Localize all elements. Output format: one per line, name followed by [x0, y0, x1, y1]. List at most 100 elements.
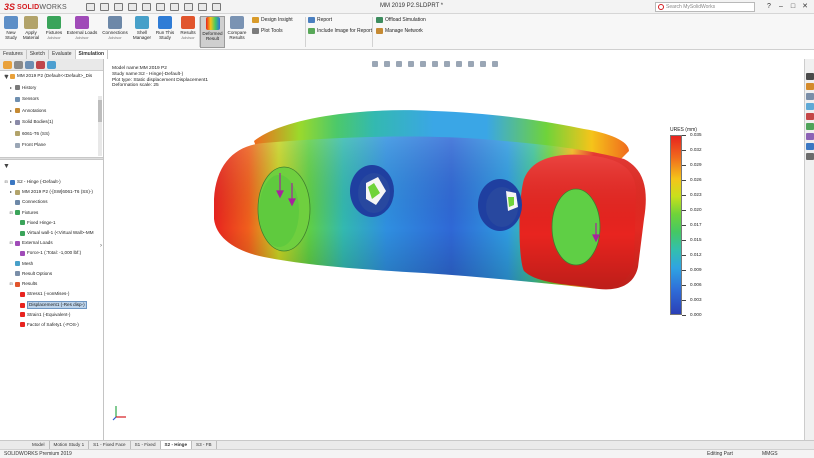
- design-insight-button[interactable]: Design Insight: [252, 17, 293, 23]
- tab-sketch[interactable]: Sketch: [27, 50, 50, 59]
- print-icon[interactable]: [142, 3, 151, 11]
- task-pane-extra-icon[interactable]: [806, 153, 814, 160]
- tree-expander-icon[interactable]: ▸: [9, 189, 13, 195]
- tab-evaluate[interactable]: Evaluate: [49, 50, 76, 59]
- save-icon[interactable]: [128, 3, 137, 11]
- study-tree-item[interactable]: ⊟ Results: [9, 281, 37, 287]
- feature-tree-label: Sensors: [22, 96, 39, 101]
- tree-expander-icon[interactable]: ⊟: [4, 73, 8, 79]
- study-tree-item[interactable]: Virtual wall-1 (<Virtual Wall>-MM: [14, 230, 94, 236]
- configuration-manager-icon[interactable]: [25, 61, 34, 69]
- study-tree-item[interactable]: Stress1 (-vonMises-): [14, 291, 69, 297]
- dimxpert-manager-icon[interactable]: [36, 61, 45, 69]
- results-advisor-button[interactable]: Results Advisor: [177, 16, 199, 40]
- solidworks-forum-icon[interactable]: [806, 133, 814, 140]
- property-manager-icon[interactable]: [14, 61, 23, 69]
- feature-tree-item[interactable]: ⊟ MM 2019 P2 (Default<<Default>_Dis: [4, 73, 92, 79]
- tree-expander-icon[interactable]: ⊟: [9, 281, 13, 287]
- status-units[interactable]: MMGS: [762, 451, 778, 457]
- appearances-icon[interactable]: [806, 113, 814, 120]
- file-properties-icon[interactable]: [198, 3, 207, 11]
- study-filter-icon[interactable]: ▼: [3, 163, 10, 170]
- fixtures-advisor-button[interactable]: Fixtures Advisor: [43, 16, 65, 40]
- study-tree-item[interactable]: Displacement1 (-Res disp-): [14, 301, 87, 310]
- graphics-area[interactable]: Model name:MM 2019 P2 Study name:S2 - Hi…: [104, 59, 804, 440]
- display-manager-icon[interactable]: [47, 61, 56, 69]
- panel-collapse-arrow-icon[interactable]: ›: [100, 243, 102, 249]
- feature-tree-scrollbar[interactable]: [98, 96, 102, 156]
- tree-expander-icon[interactable]: ▸: [9, 119, 13, 125]
- study-tree-item[interactable]: ⊟ S2 - Hinge (-Default-): [4, 179, 61, 185]
- select-icon[interactable]: [170, 3, 179, 11]
- manage-network-button[interactable]: Manage Network: [376, 28, 423, 34]
- feature-tree-item[interactable]: ▸ Annotations: [9, 108, 46, 114]
- color-legend[interactable]: URES (mm) 0.035 0.032 0.029 0.026 0.023 0.020…: [670, 127, 740, 357]
- solidworks-logo[interactable]: 3S SOLIDWORKS: [4, 2, 67, 12]
- tree-expander-icon[interactable]: ⊟: [9, 210, 13, 216]
- rebuild-icon[interactable]: [184, 3, 193, 11]
- study-tree-label: Stress1 (-vonMises-): [27, 291, 70, 297]
- tree-expander-icon[interactable]: ▸: [9, 85, 13, 91]
- study-tree-item[interactable]: ▸ MM 2019 P2 (-[SW]6061-T6 (SS)-): [9, 189, 93, 195]
- simulation-advisor-icon[interactable]: [806, 143, 814, 150]
- new-document-icon[interactable]: [100, 3, 109, 11]
- feature-manager-icon[interactable]: [3, 61, 12, 69]
- external-loads-advisor-button[interactable]: External Loads Advisor: [65, 16, 99, 40]
- plot-tools-button[interactable]: Plot Tools: [252, 28, 283, 34]
- new-study-button[interactable]: New Study: [3, 16, 19, 40]
- feature-tree-item[interactable]: Front Plane: [9, 142, 46, 148]
- study-tree-item[interactable]: Fixed Hinge-1: [14, 220, 56, 226]
- report-button[interactable]: Report: [308, 17, 332, 23]
- shell-manager-button[interactable]: Shell Manager: [131, 16, 153, 40]
- custom-properties-icon[interactable]: [806, 123, 814, 130]
- panel-splitter[interactable]: [0, 157, 103, 160]
- study-tree-item[interactable]: ⊟ Fixtures: [9, 210, 38, 216]
- file-explorer-icon[interactable]: [806, 93, 814, 100]
- deformed-result-button[interactable]: Deformed Result: [200, 16, 225, 48]
- compare-results-button[interactable]: Compare Results: [226, 16, 248, 40]
- study-tree-item[interactable]: Result Options: [9, 271, 52, 277]
- home-icon[interactable]: [86, 3, 95, 11]
- feature-tree-item[interactable]: 6061-T6 (SS): [9, 131, 50, 137]
- bottom-tab[interactable]: Motion Study 1: [50, 441, 90, 449]
- include-image-for-report-button[interactable]: Include Image for Report: [308, 28, 372, 34]
- run-this-study-button[interactable]: Run This Study: [154, 16, 176, 40]
- tree-expander-icon[interactable]: ⊟: [4, 179, 8, 185]
- apply-material-button[interactable]: Apply Material: [20, 16, 42, 40]
- tab-simulation[interactable]: Simulation: [75, 50, 109, 59]
- minimize-button[interactable]: –: [776, 2, 786, 12]
- feature-tree-item[interactable]: ▸ History: [9, 85, 36, 91]
- feature-tree-item[interactable]: Sensors: [9, 96, 39, 102]
- help-button[interactable]: ?: [764, 2, 774, 12]
- tab-features[interactable]: Features: [0, 50, 27, 59]
- maximize-button[interactable]: □: [788, 2, 798, 12]
- search-input[interactable]: Search MySolidWorks: [655, 2, 755, 12]
- tree-expander-icon[interactable]: ▸: [9, 108, 13, 114]
- study-tree-item[interactable]: ⊟ External Loads: [9, 240, 53, 246]
- design-library-icon[interactable]: [806, 83, 814, 90]
- study-tree-item[interactable]: Factor of Safety1 (-FOS-): [14, 322, 79, 328]
- study-tree-item[interactable]: Force-1 (:Total: -1,000 lbf:): [14, 250, 81, 256]
- connections-advisor-button[interactable]: Connections Advisor: [100, 16, 130, 40]
- study-tree-item[interactable]: Connections: [9, 199, 48, 205]
- feature-tree-item[interactable]: ▸ Solid Bodies(1): [9, 119, 53, 125]
- bottom-tab[interactable]: S1 - Fixed: [131, 441, 161, 449]
- close-button[interactable]: ✕: [800, 2, 810, 12]
- legend-value-label: 0.026: [690, 177, 702, 182]
- undo-icon[interactable]: [156, 3, 165, 11]
- bottom-tab[interactable]: S3 - FB: [192, 441, 217, 449]
- bottom-tab[interactable]: S1 - Fixed Face: [89, 441, 131, 449]
- tree-expander-icon[interactable]: ⊟: [9, 240, 13, 246]
- tree-node-icon: [20, 220, 25, 226]
- study-tree-item[interactable]: Mesh: [9, 261, 33, 267]
- open-icon[interactable]: [114, 3, 123, 11]
- offload-simulation-button[interactable]: Offload Simulation: [376, 17, 426, 23]
- solidworks-resources-icon[interactable]: [806, 73, 814, 80]
- tree-node-icon: [15, 96, 20, 102]
- bottom-tab[interactable]: S2 - Hinge: [160, 441, 193, 449]
- options-gear-icon[interactable]: [212, 3, 221, 11]
- view-palette-icon[interactable]: [806, 103, 814, 110]
- bottom-tab[interactable]: Model: [28, 441, 50, 449]
- study-tree-item[interactable]: Strain1 (-Equivalent-): [14, 312, 70, 318]
- fixtures-icon: [47, 16, 61, 29]
